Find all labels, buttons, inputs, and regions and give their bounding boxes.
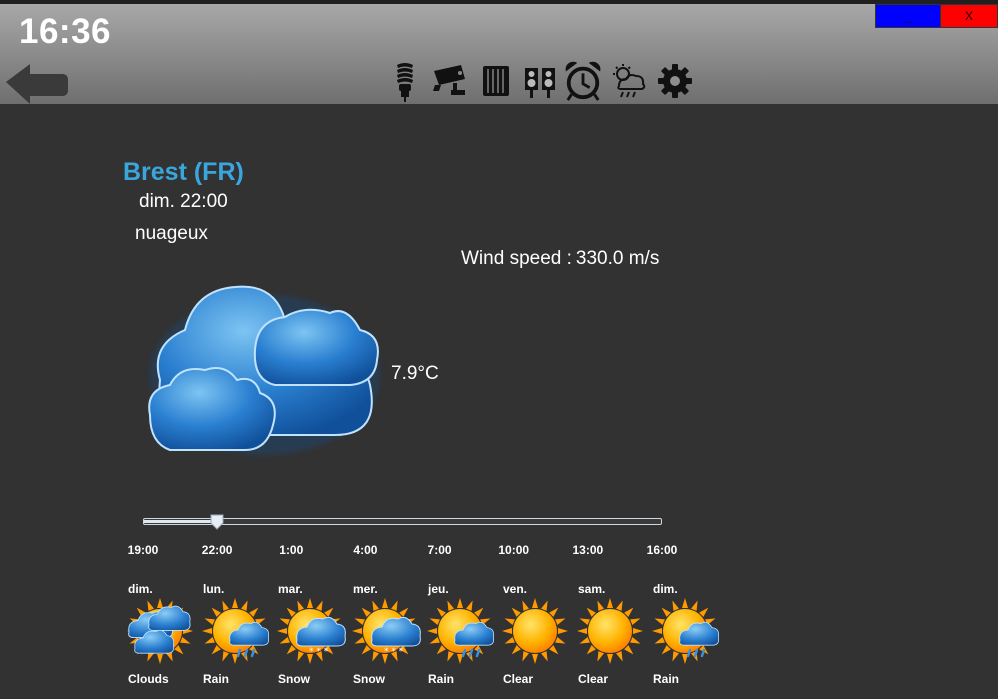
gear-icon	[658, 64, 692, 98]
timeline-tick: 22:00	[201, 543, 233, 557]
weather-icon	[613, 64, 646, 98]
svg-text:* * *: * * *	[309, 647, 329, 657]
forecast-day-name: ven.	[503, 582, 528, 596]
alarm-clock-icon	[565, 61, 601, 101]
sun-snow-icon: * * *	[350, 596, 426, 666]
back-button[interactable]	[4, 62, 68, 108]
forecast-condition: Clear	[503, 672, 534, 686]
clouds-icon	[148, 285, 380, 455]
speakers-button[interactable]	[520, 58, 560, 104]
speakers-icon	[525, 68, 555, 98]
forecast-day-name: dim.	[653, 582, 678, 596]
radiator-button[interactable]	[476, 58, 516, 104]
security-camera-icon	[433, 65, 465, 95]
forecast-datetime: dim. 22:00	[139, 191, 228, 212]
svg-text:* * *: * * *	[384, 647, 404, 657]
forecast-condition: Rain	[203, 672, 230, 686]
timeline-tick: 16:00	[646, 543, 678, 557]
light-bulb-icon	[397, 63, 413, 102]
weather-button[interactable]	[609, 58, 649, 104]
sun-snow-icon: * * *	[275, 596, 351, 666]
forecast-condition: Clouds	[128, 672, 169, 686]
weather-description: nuageux	[135, 223, 208, 244]
timeline-tick: 4:00	[353, 543, 378, 557]
clock: 16:36	[19, 12, 112, 51]
sun-icon	[575, 596, 651, 666]
back-arrow-icon	[6, 64, 68, 104]
forecast-day-name: mar.	[278, 582, 303, 596]
sun-icon	[500, 596, 576, 666]
slider-handle-icon	[210, 514, 224, 530]
clouds-icon	[125, 596, 201, 666]
forecast-day-name: sam.	[578, 582, 606, 596]
light-bulb-button[interactable]	[385, 58, 425, 104]
timeline-tick: 19:00	[127, 543, 159, 557]
sun-rain-icon	[425, 596, 501, 666]
sun-rain-icon	[650, 596, 726, 666]
minimize-button[interactable]: _	[875, 4, 941, 28]
timeline-tick: 1:00	[279, 543, 304, 557]
forecast-day-name: mer.	[353, 582, 378, 596]
forecast-condition: Rain	[653, 672, 680, 686]
forecast-condition: Snow	[278, 672, 310, 686]
header-bar: 16:36 _ X	[0, 4, 998, 104]
wind-speed: Wind speed :330.0 m/s	[461, 248, 659, 270]
forecast-condition: Clear	[578, 672, 609, 686]
wind-speed-label: Wind speed :	[461, 248, 572, 269]
temperature: 7.9°C	[391, 363, 439, 384]
close-button[interactable]: X	[940, 4, 998, 28]
timeline-slider-thumb[interactable]	[209, 514, 225, 530]
timeline-tick: 7:00	[427, 543, 452, 557]
alarm-button[interactable]	[563, 58, 603, 104]
forecast-day-name: jeu.	[428, 582, 449, 596]
forecast-day-name: lun.	[203, 582, 225, 596]
timeline-tick: 10:00	[498, 543, 530, 557]
settings-button[interactable]	[655, 58, 695, 104]
radiator-icon	[483, 66, 509, 96]
current-weather-icon	[135, 275, 390, 470]
sun-rain-icon	[200, 596, 276, 666]
city-name: Brest (FR)	[123, 158, 244, 186]
timeline-tick: 13:00	[572, 543, 604, 557]
forecast-day-name: dim.	[128, 582, 153, 596]
camera-button[interactable]	[430, 58, 470, 104]
timeline-slider-fill	[144, 520, 219, 523]
forecast-condition: Snow	[353, 672, 385, 686]
wind-speed-value: 330.0 m/s	[575, 248, 660, 269]
forecast-condition: Rain	[428, 672, 455, 686]
